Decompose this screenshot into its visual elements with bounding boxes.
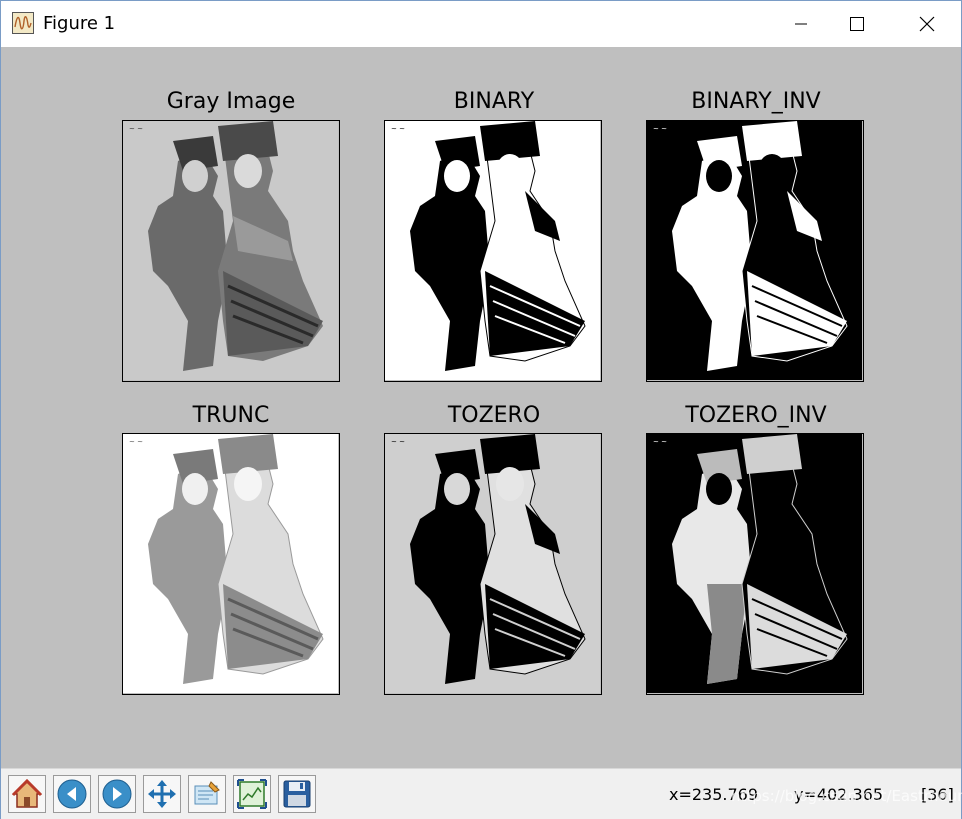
subplot-image-gray[interactable]: ~ ~: [122, 120, 340, 382]
svg-text:~ ~: ~ ~: [391, 438, 405, 446]
zoom-rect-icon: [237, 779, 267, 809]
subplot-image-binary[interactable]: ~ ~: [384, 120, 602, 382]
subplot-title-gray: Gray Image: [166, 89, 296, 114]
svg-text:~ ~: ~ ~: [129, 125, 143, 133]
figure-window: Figure 1 Gray Image BINARY BINARY_INV ~ …: [0, 0, 962, 819]
minimize-button[interactable]: [771, 1, 831, 47]
figure-wave-icon: [12, 12, 34, 34]
subplot-title-binary: BINARY: [453, 89, 535, 114]
subplot-image-binary-inv[interactable]: ~ ~: [646, 120, 864, 382]
home-icon: [11, 778, 43, 808]
svg-text:~ ~: ~ ~: [653, 438, 667, 446]
svg-text:~ ~: ~ ~: [653, 125, 667, 133]
title-bar[interactable]: Figure 1: [1, 1, 961, 47]
subplot-title-tozero: TOZERO: [447, 403, 541, 428]
zoom-button[interactable]: [233, 775, 271, 813]
close-icon: [919, 16, 935, 32]
minimize-icon: [795, 23, 807, 25]
subplot-image-tozero[interactable]: ~ ~: [384, 433, 602, 695]
subplots-icon: [194, 781, 220, 805]
edit-subplots-button[interactable]: [188, 775, 226, 813]
subplot-title-trunc: TRUNC: [192, 403, 270, 428]
move-arrows-icon: [148, 780, 176, 808]
home-button[interactable]: [8, 775, 46, 813]
window-title: Figure 1: [43, 13, 116, 34]
navigation-toolbar: x=235.769 y=402.365 [36] https://blog.cs…: [1, 768, 962, 819]
subplot-image-tozero-inv[interactable]: ~ ~: [646, 433, 864, 695]
save-button[interactable]: [278, 775, 316, 813]
watermark-text: https://blog.csdn.net/Eastmount: [731, 787, 962, 805]
subplot-image-trunc[interactable]: ~ ~: [122, 433, 340, 695]
arrow-right-icon: [102, 779, 132, 809]
maximize-icon: [850, 17, 864, 31]
arrow-left-icon: [57, 779, 87, 809]
figure-canvas[interactable]: Gray Image BINARY BINARY_INV ~ ~ ~ ~ ~ ~…: [1, 47, 961, 768]
back-button[interactable]: [53, 775, 91, 813]
floppy-disk-icon: [283, 780, 311, 808]
maximize-button[interactable]: [827, 1, 887, 47]
svg-text:~ ~: ~ ~: [391, 125, 405, 133]
svg-text:~ ~: ~ ~: [129, 438, 143, 446]
pan-button[interactable]: [143, 775, 181, 813]
close-button[interactable]: [897, 1, 957, 47]
subplot-title-binary-inv: BINARY_INV: [691, 89, 821, 114]
subplot-title-tozero-inv: TOZERO_INV: [685, 403, 827, 428]
forward-button[interactable]: [98, 775, 136, 813]
